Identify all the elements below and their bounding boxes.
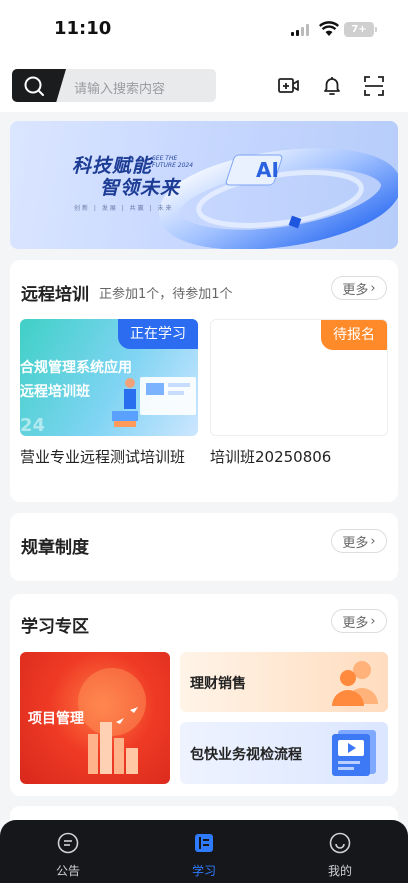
tab-profile[interactable]: 我的 [310,832,370,879]
study-zone-project-management[interactable]: 项目管理 [20,652,170,784]
search-input[interactable]: 请输入搜索内容 [74,78,165,97]
top-header: 请输入搜索内容 [0,58,408,112]
video-course-icon [332,730,376,776]
chevron-right-icon: › [370,533,376,549]
banner-tags: 创新 | 发展 | 共赢 | 未来 [74,205,174,212]
banner-en-line2: FUTURE 2024 [152,162,194,169]
course-cover-title-line2: 远程培训班 [20,384,90,400]
banner-english-text: SEE THE FUTURE 2024 [152,155,193,169]
study-zone-wealth-sales[interactable]: 理财销售 [180,652,388,712]
study-zone-more-button[interactable]: 更多 › [331,609,387,633]
regulations-more-button[interactable]: 更多 › [331,529,387,553]
tab-label: 学习 [191,864,216,878]
course-status-badge: 正在学习 [118,319,198,349]
course-status-badge: 待报名 [321,320,387,350]
battery-indicator: 7+ [344,22,377,37]
course-card-2[interactable]: 待报名 [210,319,388,436]
search-button[interactable] [12,69,66,102]
banner-title-line2: 智领未来 [100,177,181,199]
more-label: 更多 [342,282,369,298]
course-card-1[interactable]: 合规管理系统应用 远程培训班 24 正在学习 [20,319,198,436]
promo-banner[interactable]: AI 科技赋能 智领未来 SEE THE FUTURE 2024 创新 | 发展… [10,121,398,249]
remote-training-summary: 正参加1个，待参加1个 [99,287,233,302]
banner-en-line1: SEE THE [152,155,178,162]
tab-label: 我的 [327,864,352,878]
scan-icon[interactable] [362,74,386,98]
regulations-title: 规章制度 [21,538,89,558]
study-zone-label: 项目管理 [28,711,84,727]
remote-training-title: 远程培训 [21,285,89,305]
chevron-right-icon: › [370,280,376,296]
study-zone-section: 学习专区 更多 › 项目管理 理财销售 包快业务视检流程 [10,594,398,796]
svg-text:AI: AI [256,158,279,182]
people-icon [332,661,378,706]
announcement-icon [57,832,79,854]
bell-icon[interactable] [320,74,344,98]
bottom-tab-bar: 公告 学习 我的 [0,820,408,883]
search-icon [24,76,44,96]
tab-announcements[interactable]: 公告 [38,832,98,879]
study-zone-label: 包快业务视检流程 [190,747,302,763]
video-call-icon[interactable] [277,74,301,98]
tab-label: 公告 [55,864,80,878]
course-cover-illustration [112,377,196,427]
study-zone-inspection-process[interactable]: 包快业务视检流程 [180,722,388,784]
regulations-section: 规章制度 更多 › [10,513,398,581]
remote-training-section: 远程培训 正参加1个，待参加1个 更多 › 合规管理系统应用 远程培训班 24 … [10,260,398,502]
course-cover-year: 24 [20,415,46,436]
study-zone-label: 理财销售 [190,676,246,692]
search-bar[interactable]: 请输入搜索内容 [12,69,216,102]
chevron-right-icon: › [370,613,376,629]
status-time: 11:10 [54,18,112,39]
banner-ring-graphic: AI [158,148,398,249]
study-zone-title: 学习专区 [21,617,89,637]
cellular-signal-icon [291,24,309,36]
wifi-icon [319,21,339,36]
remote-training-more-button[interactable]: 更多 › [331,276,387,300]
course-name[interactable]: 营业专业远程测试培训班 [20,446,185,467]
study-icon [195,834,213,852]
profile-icon [329,832,351,854]
more-label: 更多 [342,615,369,631]
more-label: 更多 [342,535,369,551]
course-name[interactable]: 培训班20250806 [210,446,331,467]
status-bar: 11:10 7+ [0,0,408,58]
tab-study[interactable]: 学习 [174,832,234,879]
